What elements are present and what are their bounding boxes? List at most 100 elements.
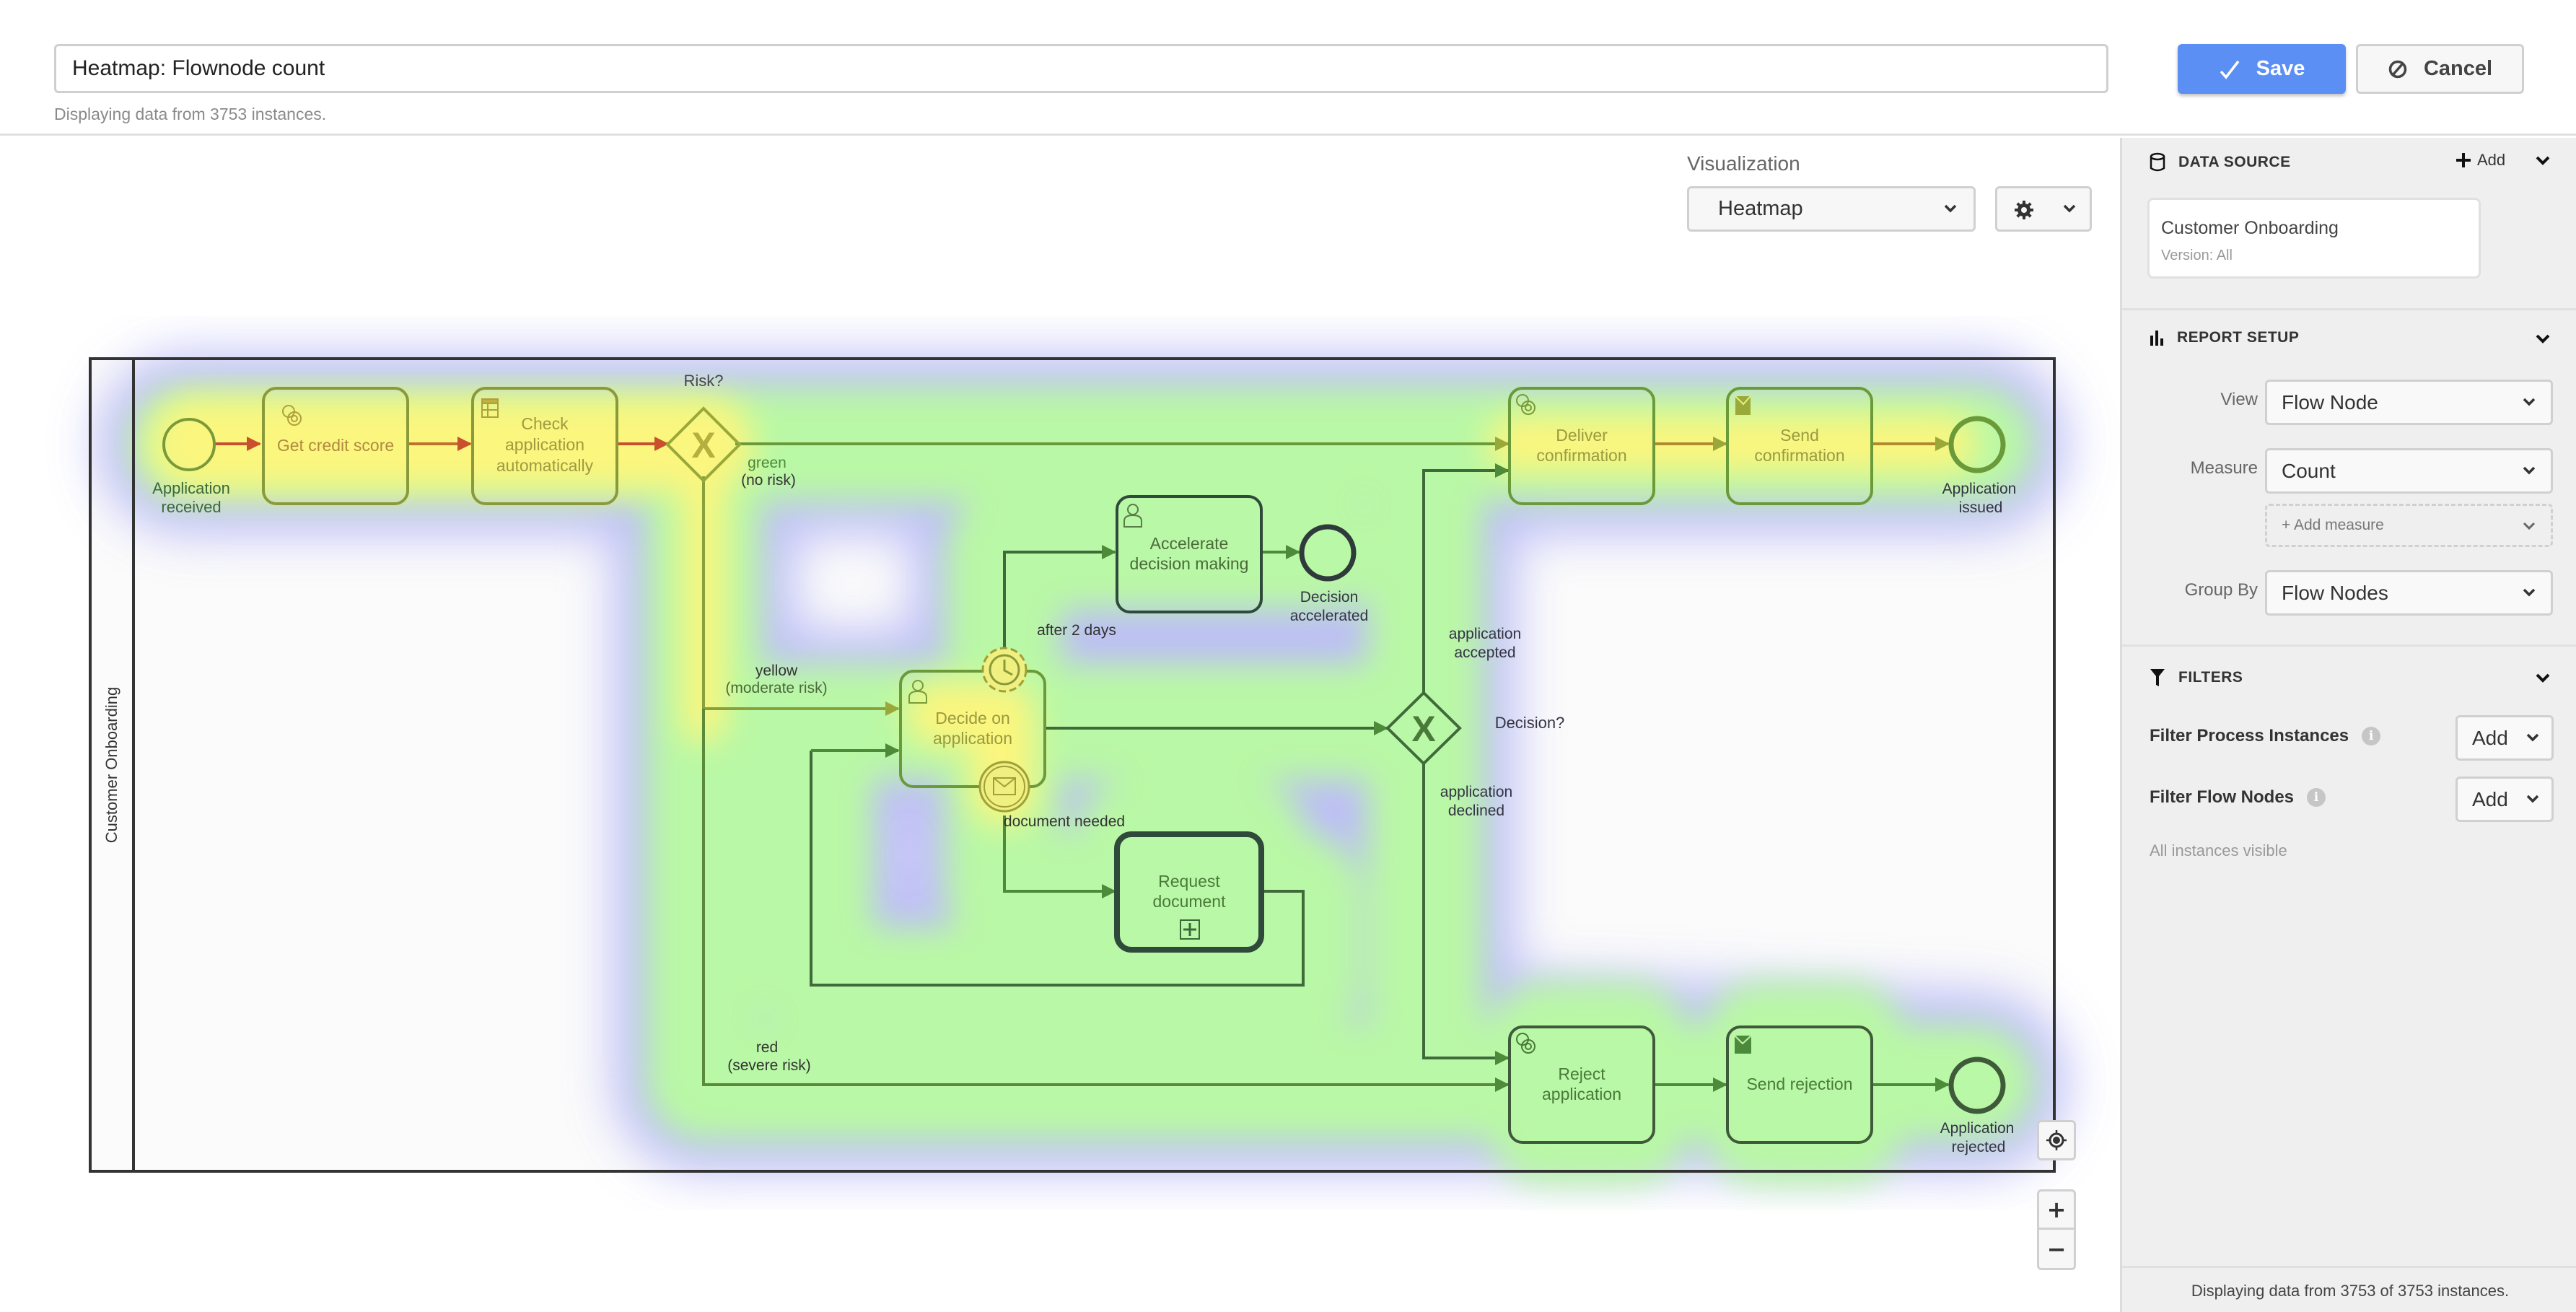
measure-label: Measure [2190,458,2258,478]
chevron-down-icon[interactable] [2535,155,2551,167]
add-measure-label: + Add measure [2282,517,2384,533]
data-source-section: DATA SOURCE Add Customer Onboarding Vers… [2122,138,2576,310]
filter-status: All instances visible [2150,841,2287,860]
save-button[interactable]: Save [2178,44,2346,94]
chevron-down-icon [1944,204,1957,213]
timer-boundary-event[interactable] [981,647,1028,693]
plus-icon [2456,153,2471,167]
task-label-3: automatically [496,456,594,475]
instance-count-subtitle: Displaying data from 3753 instances. [54,105,327,123]
flow-label-declined-2: declined [1448,802,1504,819]
gateway-x-icon: X [1411,709,1435,749]
task-label-2: document [1152,892,1226,911]
plus-icon: + [2046,1196,2067,1223]
measure-value: Count [2282,460,2336,482]
filters-section: FILTERS Filter Process Instances i Add F… [2122,647,2576,863]
group-by-dropdown[interactable]: Flow Nodes [2265,570,2553,616]
timer-label: after 2 days [1037,622,1116,639]
zoom-out-button[interactable]: − [2039,1230,2074,1268]
flow-label-red: red [756,1039,778,1056]
cancel-button[interactable]: Cancel [2356,44,2524,94]
task-label-1: Accelerate [1150,534,1229,553]
task-label: Send rejection [1746,1075,1852,1093]
group-by-value: Flow Nodes [2282,582,2388,604]
add-process-instance-filter[interactable]: Add [2455,715,2554,761]
process-name: Customer Onboarding [2161,218,2339,238]
visualization-label: Visualization [1687,152,1800,175]
flow-label-yellow: yellow [755,662,798,679]
filter-icon [2150,669,2165,686]
add-measure-dropdown[interactable]: + Add measure [2265,504,2553,547]
task-label-1: Send [1780,426,1819,445]
check-icon [2220,60,2240,79]
data-source-header[interactable]: DATA SOURCE [2150,152,2291,172]
data-source-card[interactable]: Customer Onboarding Version: All [2147,198,2481,279]
task-label-2: application [505,435,584,454]
chevron-down-icon [2523,522,2536,530]
task-label-1: Request [1158,872,1220,891]
message-boundary-label: document needed [1004,813,1125,830]
process-version: Version: All [2161,248,2233,263]
end-event-label-2: accelerated [1290,608,1369,624]
visualization-settings-button[interactable] [1995,186,2092,232]
cancel-icon [2388,60,2407,78]
flow-label-red-2: (severe risk) [727,1057,811,1074]
filters-title: FILTERS [2178,669,2243,686]
filter-process-instances-label: Filter Process Instances i [2150,726,2381,746]
view-dropdown[interactable]: Flow Node [2265,380,2553,425]
diagram-canvas[interactable]: Customer Onboarding Application received… [0,138,2120,1312]
chevron-down-icon [2063,204,2076,213]
group-by-label: Group By [2184,580,2258,600]
add-flow-node-filter[interactable]: Add [2455,777,2554,822]
info-icon[interactable]: i [2307,788,2326,807]
flow-label-green: green [748,455,787,471]
end-event-label: Application [1940,1120,2015,1137]
info-icon[interactable]: i [2362,727,2381,745]
minus-icon: − [2046,1235,2067,1263]
crosshair-icon [2046,1130,2067,1150]
filters-header[interactable]: FILTERS [2150,668,2243,687]
send-envelope-icon [1734,1035,1752,1054]
report-setup-header[interactable]: REPORT SETUP [2150,329,2299,346]
bpmn-heatmap[interactable]: Customer Onboarding Application received… [0,138,2120,1312]
message-boundary-event[interactable] [978,761,1030,813]
filter-flow-nodes-label: Filter Flow Nodes i [2150,787,2326,808]
report-editor: Heatmap: Flownode count Displaying data … [0,0,2576,1312]
add-data-source-button[interactable]: Add [2455,151,2505,170]
flow-label-declined: application [1440,784,1512,800]
add-filter-label: Add [2472,727,2508,749]
task-label-2: application [1542,1085,1621,1103]
end-event-label-2: rejected [1952,1139,2006,1155]
zoom-in-button[interactable]: + [2039,1191,2074,1230]
chevron-down-icon [2523,398,2536,406]
task-label: Get credit score [277,436,394,455]
save-button-label: Save [2256,57,2305,80]
chevron-down-icon [2523,466,2536,475]
filter-flow-nodes-text: Filter Flow Nodes [2150,787,2295,807]
chevron-down-icon[interactable] [2535,673,2551,684]
task-label-2: confirmation [1536,446,1626,465]
pool-label: Customer Onboarding [102,687,121,843]
data-source-title: DATA SOURCE [2178,154,2291,170]
gateway-label: Risk? [683,372,723,390]
filter-process-instances-text: Filter Process Instances [2150,726,2349,745]
report-setup-title: REPORT SETUP [2177,329,2300,346]
measure-dropdown[interactable]: Count [2265,448,2553,494]
zoom-controls: + − [2037,1189,2076,1270]
flow-label-accepted-2: accepted [1454,644,1515,661]
end-event-label: Application [1942,481,2017,497]
task-label-2: decision making [1130,554,1249,573]
bar-chart-icon [2150,331,2163,346]
chevron-down-icon[interactable] [2535,333,2551,345]
gateway-x-icon: X [691,425,715,465]
start-event-label-2: received [161,498,221,516]
chevron-down-icon [2526,795,2539,803]
gear-icon [2015,201,2033,219]
visualization-selected: Heatmap [1718,197,1803,220]
report-name-input[interactable]: Heatmap: Flownode count [54,44,2108,93]
visualization-dropdown[interactable]: Heatmap [1687,186,1976,232]
recenter-button[interactable] [2037,1120,2076,1160]
chevron-down-icon [2526,733,2539,742]
task-label-2: confirmation [1754,446,1844,465]
add-filter-label: Add [2472,788,2508,810]
